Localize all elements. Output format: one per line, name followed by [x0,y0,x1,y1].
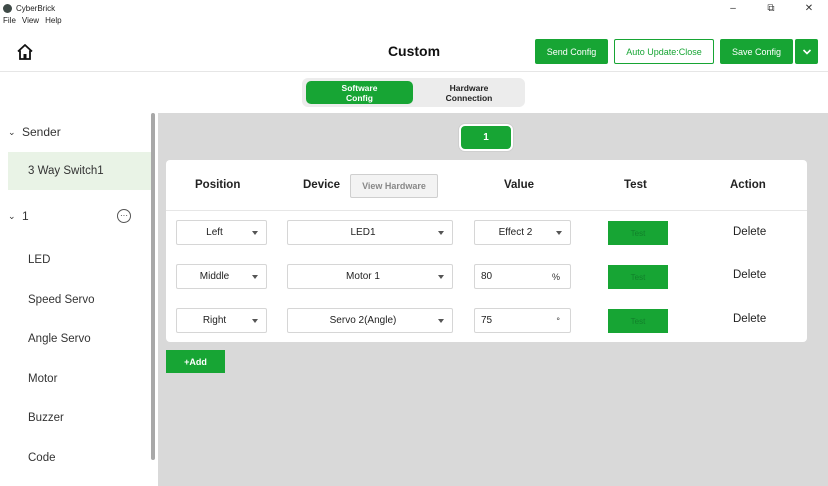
caret-down-icon [438,318,444,323]
position-value: Right [202,315,227,326]
home-icon [17,44,33,60]
value-input[interactable]: 75 ° [474,308,571,333]
position-select[interactable]: Right [176,308,267,333]
sidebar-item-led[interactable]: LED [0,241,151,279]
page-tab-1[interactable]: 1 [459,124,513,151]
test-button[interactable]: Test [608,265,668,289]
sidebar-group-sender[interactable]: ⌄ Sender [0,113,150,151]
position-select[interactable]: Middle [176,264,267,289]
unit-label: % [551,271,560,282]
menu-view[interactable]: View [22,16,39,30]
window-controls: – ⧉ ✕ [714,0,828,16]
caret-down-icon [438,274,444,279]
chevron-down-icon [802,48,811,55]
caret-down-icon [556,230,562,235]
add-row-button[interactable]: +Add [166,350,225,373]
app-window: CyberBrick – ⧉ ✕ File View Help Custom S… [0,0,828,486]
menu-bar: File View Help [0,16,68,30]
device-value: LED1 [350,227,376,238]
save-options-dropdown[interactable] [795,39,818,64]
sidebar-scrollbar[interactable] [151,113,155,460]
delete-button[interactable]: Delete [733,269,766,281]
maximize-button[interactable]: ⧉ [752,0,790,16]
table-header: Position Device Value Test Action [166,160,807,211]
title-bar: CyberBrick – ⧉ ✕ [0,0,828,16]
sidebar-item-angle-servo[interactable]: Angle Servo [0,320,151,358]
sidebar-item-3-way-switch[interactable]: 3 Way Switch1 [8,152,152,190]
device-select[interactable]: Servo 2(Angle) [287,308,453,333]
delete-button[interactable]: Delete [733,226,766,238]
minimize-button[interactable]: – [714,0,752,16]
sidebar-item-buzzer[interactable]: Buzzer [0,399,151,437]
value-text: 80 [481,271,493,282]
header-action: Action [730,179,766,191]
sidebar-item-motor[interactable]: Motor [0,360,151,398]
tab-software-config[interactable]: Software Config [306,81,413,104]
close-button[interactable]: ✕ [790,0,828,16]
test-button[interactable]: Test [608,309,668,333]
position-value: Middle [199,271,230,282]
position-value: Left [206,227,223,238]
auto-update-button[interactable]: Auto Update:Close [614,39,714,64]
device-value: Servo 2(Angle) [329,315,397,326]
tab-hardware-connection[interactable]: Hardware Connection [417,81,521,104]
app-logo-icon [3,3,12,13]
value-select[interactable]: Effect 2 [474,220,571,245]
header-position: Position [195,179,241,191]
sidebar-item-code[interactable]: Code [0,439,151,477]
caret-down-icon [252,318,258,323]
sidebar-group-label: 1 [22,209,29,223]
value-text: 75 [481,315,493,326]
more-options-icon[interactable]: ··· [117,209,131,223]
device-select[interactable]: LED1 [287,220,453,245]
value-text: Effect 2 [498,227,533,238]
view-hardware-button[interactable]: View Hardware [350,174,438,198]
home-button[interactable] [14,41,36,63]
window-title: CyberBrick [16,3,56,13]
device-select[interactable]: Motor 1 [287,264,453,289]
header-bar: Custom Send Config Auto Update:Close Sav… [0,30,828,72]
header-device: Device [303,179,341,191]
send-config-button[interactable]: Send Config [535,39,608,64]
position-select[interactable]: Left [176,220,267,245]
value-input[interactable]: 80 % [474,264,571,289]
save-config-button[interactable]: Save Config [720,39,793,64]
device-value: Motor 1 [346,271,380,282]
menu-help[interactable]: Help [45,16,61,30]
mode-switch: Software Config Hardware Connection [302,78,525,107]
caret-down-icon [438,230,444,235]
test-button[interactable]: Test [608,221,668,245]
caret-down-icon [252,274,258,279]
chevron-down-icon: ⌄ [8,210,16,221]
sidebar-group-label: Sender [22,125,61,139]
menu-file[interactable]: File [3,16,16,30]
caret-down-icon [252,230,258,235]
chevron-down-icon: ⌄ [8,126,16,137]
header-value: Value [504,179,535,191]
delete-button[interactable]: Delete [733,313,766,325]
header-test: Test [624,179,647,191]
unit-label: ° [556,315,560,326]
sidebar-item-speed-servo[interactable]: Speed Servo [0,281,151,319]
